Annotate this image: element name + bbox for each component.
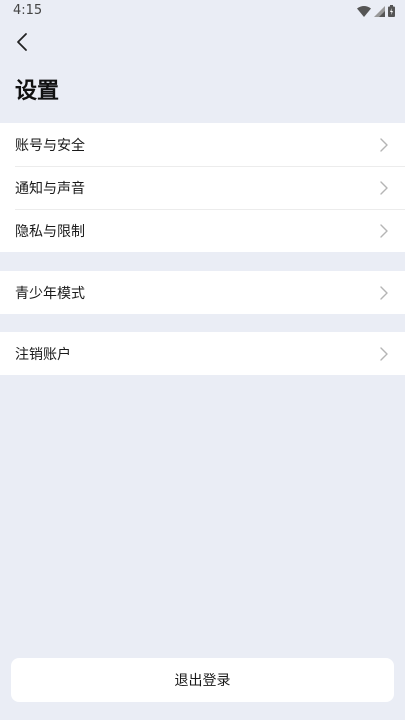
settings-item-label: 注销账户 [15,346,71,363]
settings-item-account-security[interactable]: 账号与安全 [0,123,405,166]
settings-item-label: 青少年模式 [15,285,85,302]
battery-icon [388,5,395,17]
settings-item-privacy-restrictions[interactable]: 隐私与限制 [0,209,405,252]
logout-button[interactable]: 退出登录 [11,658,394,702]
settings-item-label: 隐私与限制 [15,223,85,240]
chevron-right-icon [380,137,388,152]
chevron-right-icon [380,346,388,361]
signal-icon [374,5,385,17]
settings-item-teen-mode[interactable]: 青少年模式 [0,271,405,314]
back-button[interactable] [10,30,34,54]
status-icons [357,5,395,17]
settings-item-label: 通知与声音 [15,180,85,197]
settings-item-deactivate-account[interactable]: 注销账户 [0,332,405,375]
chevron-left-icon [17,33,27,51]
page-title: 设置 [15,79,60,104]
chevron-right-icon [380,180,388,195]
chevron-right-icon [380,223,388,238]
wifi-icon [357,5,371,17]
status-time: 4:15 [13,3,43,18]
settings-group-account: 账号与安全 通知与声音 隐私与限制 [0,123,405,252]
settings-group-teen: 青少年模式 [0,271,405,314]
settings-group-deactivate: 注销账户 [0,332,405,375]
settings-item-notifications-sound[interactable]: 通知与声音 [0,166,405,209]
status-bar: 4:15 [0,0,405,24]
chevron-right-icon [380,285,388,300]
settings-item-label: 账号与安全 [15,137,85,154]
